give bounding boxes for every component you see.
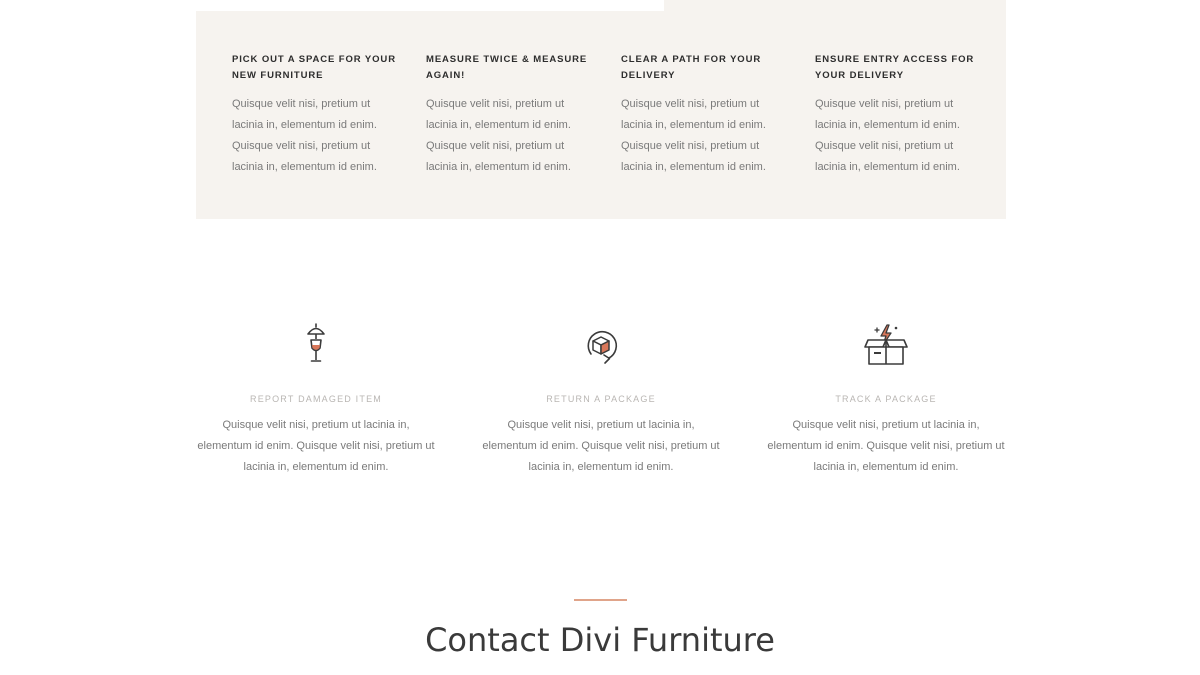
service-title: Report Damaged Item (250, 394, 382, 404)
tip-title: Measure twice & measure again! (426, 54, 588, 81)
contact-divider (574, 599, 627, 601)
service-title: Return a Package (546, 394, 656, 404)
service-report-damaged: Report Damaged Item Quisque velit nisi, … (197, 318, 435, 478)
tip-body: Quisque velit nisi, pretium ut lacinia i… (621, 98, 766, 173)
service-title: Track a Package (835, 394, 937, 404)
tip-title: Ensure entry access for your delivery (815, 54, 975, 81)
tip-entry-access: Ensure entry access for your delivery Qu… (815, 52, 980, 178)
tip-body: Quisque velit nisi, pretium ut lacinia i… (232, 98, 377, 173)
tip-pick-space: Pick out a space for your new furniture … (232, 52, 397, 178)
contact-heading: Contact Divi Furniture (425, 621, 775, 659)
service-body: Quisque velit nisi, pretium ut lacinia i… (767, 419, 1005, 473)
service-body: Quisque velit nisi, pretium ut lacinia i… (482, 419, 720, 473)
return-package-icon (587, 330, 618, 364)
tip-clear-path: Clear a path for your delivery Quisque v… (621, 52, 786, 178)
tips-panel-notch (196, 0, 664, 11)
service-track-package[interactable]: Track a Package Quisque velit nisi, pret… (767, 318, 1005, 478)
tip-body: Quisque velit nisi, pretium ut lacinia i… (426, 98, 571, 173)
service-return-package[interactable]: Return a Package Quisque velit nisi, pre… (482, 318, 720, 478)
broken-glass-icon (307, 323, 325, 362)
tip-title: Pick out a space for your new furniture (232, 54, 396, 81)
tip-title: Clear a path for your delivery (621, 54, 762, 81)
tip-body: Quisque velit nisi, pretium ut lacinia i… (815, 98, 960, 173)
tip-measure-twice: Measure twice & measure again! Quisque v… (426, 52, 591, 178)
open-box-icon (864, 324, 908, 365)
service-body: Quisque velit nisi, pretium ut lacinia i… (197, 419, 435, 473)
